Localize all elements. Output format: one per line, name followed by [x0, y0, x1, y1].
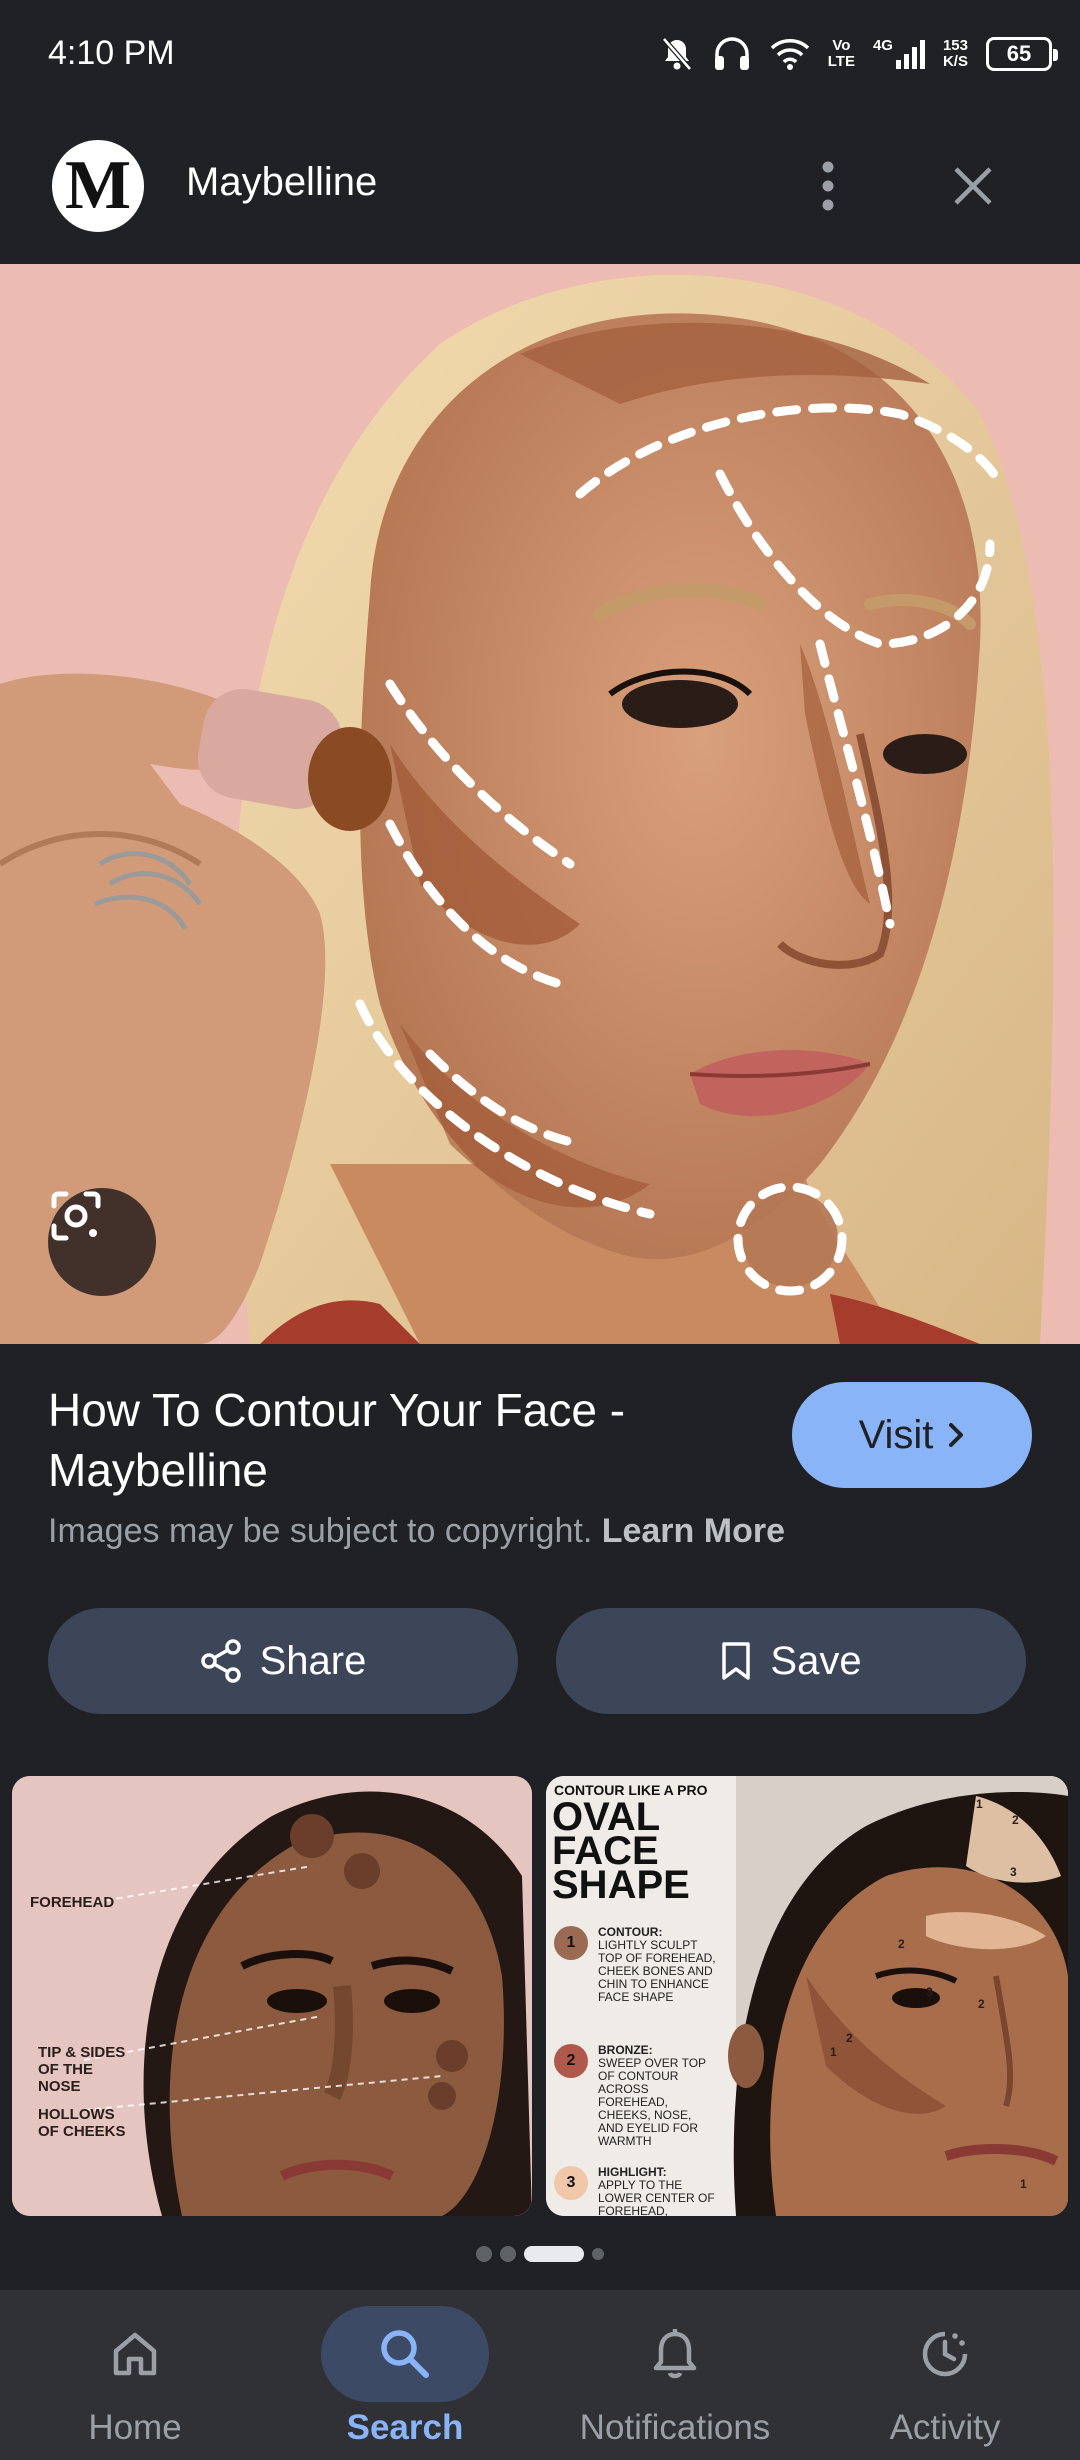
face-number: 2: [978, 1997, 985, 2011]
main-image[interactable]: [0, 264, 1080, 1344]
status-bar: 4:10 PM Vo LTE 4G 153 K/S 65: [0, 0, 1080, 110]
page-dot[interactable]: [500, 2246, 516, 2262]
lens-icon: [51, 1191, 101, 1241]
battery-icon: 65: [986, 37, 1058, 71]
nav-activity-pill: [861, 2306, 1029, 2402]
step-1-text: CONTOUR: LIGHTLY SCULPT TOP OF FOREHEAD, …: [598, 1926, 718, 2004]
speed-unit: K/S: [942, 53, 968, 70]
page-dot[interactable]: [476, 2246, 492, 2262]
volte-bottom: LTE: [827, 53, 855, 70]
site-logo[interactable]: M: [48, 136, 148, 236]
nav-activity-label: Activity: [889, 2408, 1001, 2447]
mute-bell-icon: [661, 37, 692, 71]
headphones-icon: [714, 37, 749, 70]
related-1-label-cheeks: HOLLOWS OF CHEEKS: [38, 2106, 126, 2140]
logo-letter: M: [64, 147, 132, 224]
face-number: 3: [926, 1985, 933, 1999]
step-3-body: APPLY TO THE LOWER CENTER OF FOREHEAD,: [598, 2178, 715, 2217]
nav-notifications-label: Notifications: [579, 2408, 771, 2447]
related-1-label-forehead: FOREHEAD: [30, 1894, 115, 1911]
network-type: 4G: [872, 37, 893, 54]
status-icons: Vo LTE 4G 153 K/S 65: [660, 30, 1058, 78]
google-lens-button[interactable]: [48, 1188, 156, 1296]
related-image-1[interactable]: FOREHEAD TIP & SIDES OF THE NOSE HOLLOWS…: [12, 1776, 532, 2216]
more-vert-icon: [822, 161, 834, 211]
step-1-number: 1: [554, 1926, 588, 1960]
step-1-body: LIGHTLY SCULPT TOP OF FOREHEAD, CHEEK BO…: [598, 1938, 716, 2004]
step-3-text: HIGHLIGHT: APPLY TO THE LOWER CENTER OF F…: [598, 2166, 718, 2217]
bell-icon: [653, 2329, 697, 2379]
nav-activity[interactable]: Activity: [810, 2290, 1080, 2460]
step-2-body: SWEEP OVER TOP OF CONTOUR ACROSS FOREHEA…: [598, 2056, 706, 2148]
bookmark-icon: [722, 1642, 751, 1680]
share-button[interactable]: Share: [48, 1608, 518, 1714]
copyright-text: Images may be subject to copyright.: [48, 1512, 593, 1550]
share-label: Share: [259, 1638, 367, 1683]
face-number: 2: [1012, 1813, 1019, 1827]
page-dot-active[interactable]: [524, 2246, 584, 2262]
related-2-step-2: 2 BRONZE: SWEEP OVER TOP OF CONTOUR ACROS…: [554, 2044, 718, 2148]
volte-indicator: Vo LTE: [828, 38, 855, 70]
visit-label: Visit: [858, 1412, 934, 1457]
site-name[interactable]: Maybelline: [186, 160, 377, 205]
share-icon: [200, 1639, 241, 1683]
face-number: 1: [976, 1797, 983, 1811]
carousel-pagination: [0, 2244, 1080, 2264]
related-image-2[interactable]: CONTOUR LIKE A PRO OVAL FACE SHAPE 1 CON…: [546, 1776, 1068, 2216]
signal-indicator: 4G: [873, 38, 925, 70]
signal-icon: [895, 40, 925, 69]
chevron-right-icon: [949, 1423, 964, 1447]
page-dot[interactable]: [592, 2248, 604, 2260]
save-button[interactable]: Save: [556, 1608, 1026, 1714]
step-2-text: BRONZE: SWEEP OVER TOP OF CONTOUR ACROSS …: [598, 2044, 718, 2148]
copyright-notice: Images may be subject to copyright. Lear…: [48, 1512, 785, 1551]
result-info: How To Contour Your Face - Maybelline Vi…: [0, 1344, 1080, 2289]
result-title[interactable]: How To Contour Your Face - Maybelline: [48, 1380, 748, 1500]
status-time: 4:10 PM: [48, 34, 175, 72]
related-1-label-nose: TIP & SIDES OF THE NOSE: [38, 2044, 126, 2095]
nav-home[interactable]: Home: [0, 2290, 270, 2460]
close-button[interactable]: [944, 152, 1002, 220]
close-icon: [954, 167, 992, 205]
learn-more-link[interactable]: Learn More: [602, 1512, 785, 1550]
nav-home-label: Home: [88, 2408, 182, 2447]
activity-icon: [922, 2331, 968, 2377]
contour-face-illustration: [0, 264, 1080, 1344]
related-2-headline: OVAL FACE SHAPE: [552, 1795, 690, 1907]
step-2-number: 2: [554, 2044, 588, 2078]
nav-search-label: Search: [346, 2408, 464, 2447]
nav-home-pill: [51, 2306, 219, 2402]
step-3-number: 3: [554, 2166, 588, 2200]
related-2-step-1: 1 CONTOUR: LIGHTLY SCULPT TOP OF FOREHEAD…: [554, 1926, 718, 2004]
face-number: 1: [830, 2045, 837, 2059]
search-icon: [381, 2330, 429, 2378]
speed-value: 153: [942, 37, 968, 54]
nav-search-pill: [321, 2306, 489, 2402]
visit-button[interactable]: Visit: [792, 1382, 1032, 1488]
nav-notifications-pill: [591, 2306, 759, 2402]
face-number: 2: [846, 2031, 853, 2045]
viewer-header: M Maybelline: [0, 110, 1080, 262]
related-face-illustration-1: [12, 1776, 532, 2216]
nav-notifications[interactable]: Notifications: [540, 2290, 810, 2460]
related-2-step-3: 3 HIGHLIGHT: APPLY TO THE LOWER CENTER OF…: [554, 2166, 718, 2216]
volte-top: Vo: [832, 37, 851, 54]
more-options-button[interactable]: [808, 152, 848, 220]
wifi-icon: [770, 39, 809, 70]
bottom-navigation: Home Search Notifications Activity: [0, 2290, 1080, 2460]
save-label: Save: [770, 1638, 862, 1683]
network-speed: 153 K/S: [943, 38, 968, 70]
face-number: 1: [1020, 2177, 1027, 2191]
nav-search[interactable]: Search: [270, 2290, 540, 2460]
battery-level: 65: [1006, 41, 1032, 66]
face-number: 2: [898, 1937, 905, 1951]
face-number: 3: [1010, 1865, 1017, 1879]
home-icon: [113, 2332, 157, 2376]
